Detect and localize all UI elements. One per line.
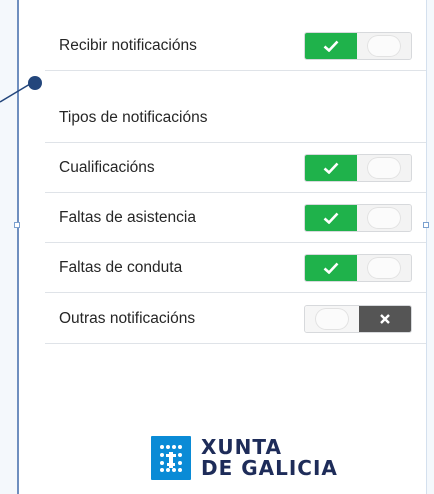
conduct-toggle[interactable] [304, 253, 412, 282]
xunta-logo-line2: DE GALICIA [201, 456, 338, 480]
other-notifications-toggle[interactable] [304, 304, 412, 333]
close-icon [380, 313, 390, 324]
grades-label: Cualificacións [59, 158, 155, 176]
attendance-label: Faltas de asistencia [59, 208, 196, 226]
toggle-knob [315, 307, 349, 330]
grades-toggle[interactable] [304, 153, 412, 182]
right-guide-line [426, 0, 427, 494]
attendance-toggle[interactable] [304, 203, 412, 232]
toggle-off-area [359, 305, 411, 332]
check-icon [323, 262, 339, 274]
receive-notifications-row: Recibir notificacións [45, 21, 426, 71]
right-resize-handle[interactable] [423, 222, 429, 228]
check-icon [323, 40, 339, 52]
toggle-on-area [305, 154, 357, 181]
check-icon [323, 212, 339, 224]
notification-types-heading-row: Tipos de notificacións [45, 93, 426, 143]
other-notifications-row: Outras notificacións [45, 294, 426, 344]
xunta-logo: XUNTA DE GALICIA [151, 434, 361, 482]
conduct-label: Faltas de conduta [59, 258, 183, 276]
toggle-on-area [305, 254, 357, 281]
toggle-knob [367, 206, 401, 229]
left-resize-handle[interactable] [14, 222, 20, 228]
toggle-knob [367, 34, 401, 57]
toggle-on-area [305, 204, 357, 231]
toggle-knob [367, 256, 401, 279]
receive-notifications-label: Recibir notificacións [59, 36, 197, 54]
notifications-panel: Recibir notificacións Tipos de notificac… [19, 0, 426, 494]
check-icon [323, 162, 339, 174]
connector-dot [28, 76, 42, 90]
grades-row: Cualificacións [45, 143, 426, 193]
toggle-on-area [305, 32, 357, 59]
conduct-row: Faltas de conduta [45, 243, 426, 293]
xunta-logo-line1: XUNTA [201, 435, 282, 459]
xunta-emblem-icon [151, 436, 191, 480]
notification-types-heading: Tipos de notificacións [59, 108, 208, 126]
screen: Recibir notificacións Tipos de notificac… [0, 0, 434, 494]
receive-notifications-toggle[interactable] [304, 31, 412, 60]
toggle-knob [367, 156, 401, 179]
attendance-row: Faltas de asistencia [45, 193, 426, 243]
other-notifications-label: Outras notificacións [59, 309, 196, 327]
